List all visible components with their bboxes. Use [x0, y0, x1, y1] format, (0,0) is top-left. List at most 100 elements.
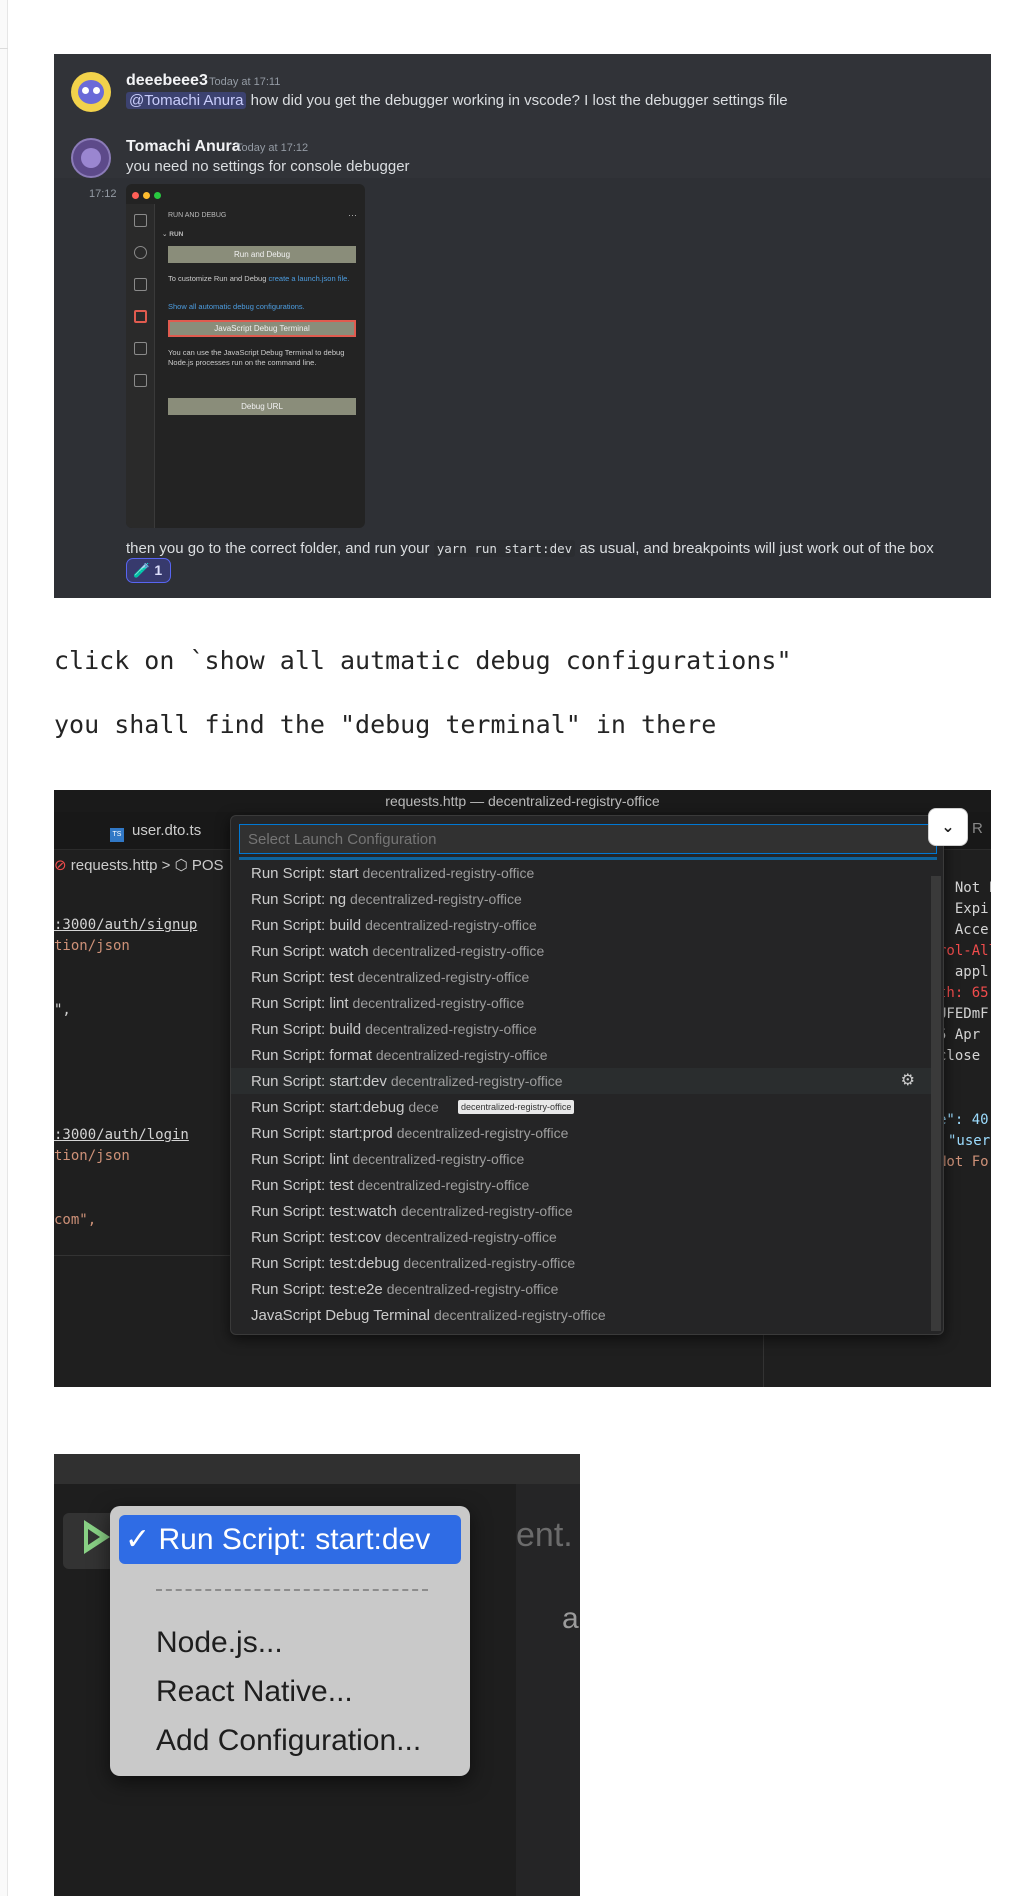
list-item[interactable]: Run Script: start:prod decentralized-regi…: [231, 1120, 931, 1146]
code-line: com",: [54, 1212, 97, 1228]
tooltip: decentralized-registry-office: [458, 1100, 575, 1114]
explorer-icon: [134, 214, 147, 227]
avatar-eye: [82, 87, 89, 94]
close-dot: [132, 192, 139, 199]
menu-separator: [156, 1589, 428, 1591]
code-line: tion/json: [54, 938, 130, 954]
window-title: requests.http — decentralized-registry-o…: [54, 790, 991, 812]
avatar-inner: [81, 148, 101, 168]
code-line: 5 Apr: [938, 1027, 981, 1043]
gear-icon[interactable]: ⚙: [901, 1068, 915, 1094]
code-line: : Not F: [938, 880, 991, 896]
customize-text: To customize Run and Debug create a laun…: [168, 274, 350, 283]
code-line: : Expi: [938, 901, 989, 917]
code-line: close: [938, 1048, 981, 1064]
reaction-button[interactable]: 🧪 1: [126, 558, 171, 583]
note-line: you shall find the "debug terminal" in t…: [54, 710, 717, 739]
background-text: ent.: [516, 1516, 573, 1554]
message-text: you need no settings for console debugge…: [126, 158, 410, 175]
breadcrumb[interactable]: ⊘ requests.http > ⬡ POS: [54, 856, 224, 874]
user-mention[interactable]: @Tomachi Anura: [126, 92, 247, 109]
scrollbar[interactable]: [931, 876, 941, 1331]
code-line: :3000/auth/login: [54, 1127, 189, 1143]
avatar-deeebeee3[interactable]: [71, 72, 111, 112]
list-item-selected[interactable]: Run Script: start:dev decentralized-regis…: [231, 1068, 931, 1094]
note-line: click on `show all autmatic debug config…: [54, 646, 792, 675]
launch-config-list: Run Script: start decentralized-registry-…: [231, 860, 931, 1328]
play-icon-inner: [88, 1529, 100, 1545]
code-line: rol-All: [938, 943, 991, 959]
symbol-icon: ⬡: [174, 857, 188, 874]
timestamp: Today at 17:11: [209, 76, 281, 88]
reaction-count: 1: [154, 562, 163, 578]
code-line: e": 40: [938, 1112, 989, 1128]
inline-code: yarn run start:dev: [433, 540, 576, 557]
code-line: , Acce: [938, 922, 989, 938]
menu-item-nodejs[interactable]: Node.js...: [156, 1626, 283, 1660]
avatar-tomachi-anura[interactable]: [71, 138, 111, 178]
show-all-configs-link: Show all automatic debug configurations.: [168, 302, 305, 311]
code-line: tion/json: [54, 1148, 130, 1164]
typescript-icon: TS: [110, 828, 124, 842]
code-line: UFEDmF: [938, 1006, 989, 1022]
minimize-dot: [143, 192, 150, 199]
code-line: Not Fo: [938, 1154, 989, 1170]
list-item[interactable]: Run Script: lint decentralized-registry-o…: [231, 990, 931, 1016]
avatar-eye: [93, 87, 100, 94]
search-icon: [134, 246, 147, 259]
message-text: @Tomachi Anura how did you get the debug…: [126, 92, 788, 109]
code-line: "user: [948, 1133, 991, 1149]
right-tab[interactable]: R: [972, 820, 983, 837]
more-icon: ···: [348, 210, 357, 220]
quick-pick: Run Script: startdecentralized-registry-…: [230, 815, 944, 1335]
list-item[interactable]: Run Script: test:watch decentralized-regi…: [231, 1198, 931, 1224]
code-line: : appl: [938, 964, 989, 980]
section-label: ⌄ RUN: [162, 231, 184, 238]
list-item[interactable]: Run Script: start decentralized-registry-…: [231, 860, 931, 886]
list-item[interactable]: Run Script: test decentralized-registry-o…: [231, 964, 931, 990]
message-body: how did you get the debugger working in …: [246, 92, 788, 109]
code-line: th: 65: [938, 985, 989, 1001]
tab-user-dto[interactable]: TS user.dto.ts: [98, 812, 213, 850]
margin-tick: [0, 48, 8, 49]
panel-header: RUN AND DEBUG: [168, 212, 227, 219]
page-margin: [0, 0, 8, 1896]
extensions-icon: [134, 342, 147, 355]
list-item[interactable]: JavaScript Debug Terminal decentralized-r…: [231, 1302, 931, 1328]
debug-url-button: Debug URL: [168, 398, 356, 415]
activity-bar: [126, 204, 155, 528]
terminal-description: You can use the JavaScript Debug Termina…: [168, 348, 345, 367]
username[interactable]: deeebeee3: [126, 72, 208, 90]
create-launch-json-link: create a launch.json file.: [268, 274, 350, 283]
timestamp: Today at 17:12: [236, 142, 309, 154]
maximize-dot: [154, 192, 161, 199]
chevron-down-icon[interactable]: ⌄: [928, 808, 968, 846]
message-text: then you go to the correct folder, and r…: [126, 540, 934, 557]
list-item[interactable]: Run Script: lint decentralized-registry-o…: [231, 1146, 931, 1172]
menu-item-react-native[interactable]: React Native...: [156, 1675, 353, 1709]
username[interactable]: Tomachi Anura: [126, 138, 241, 156]
list-item[interactable]: Run Script: test decentralized-registry-o…: [231, 1172, 931, 1198]
vscode-run-debug-image[interactable]: RUN AND DEBUG ··· ⌄ RUN Run and Debug To…: [126, 184, 365, 528]
launch-config-input[interactable]: [239, 824, 937, 854]
list-item[interactable]: Run Script: ng decentralized-registry-off…: [231, 886, 931, 912]
discord-screenshot: deeebeee3 Today at 17:11 @Tomachi Anura …: [54, 54, 991, 598]
list-item[interactable]: Run Script: test:cov decentralized-regist…: [231, 1224, 931, 1250]
code-line: :3000/auth/signup: [54, 917, 198, 933]
run-and-debug-button: Run and Debug: [168, 246, 356, 263]
list-item[interactable]: Run Script: build decentralized-registry-…: [231, 912, 931, 938]
run-debug-icon: [134, 310, 147, 323]
docker-icon: [134, 374, 147, 387]
list-item[interactable]: Run Script: watch decentralized-registry-…: [231, 938, 931, 964]
launch-config-screenshot: requests.http — decentralized-registry-o…: [54, 790, 991, 1387]
source-control-icon: [134, 278, 147, 291]
list-item[interactable]: Run Script: test:e2e decentralized-regist…: [231, 1276, 931, 1302]
list-item[interactable]: Run Script: format decentralized-registry…: [231, 1042, 931, 1068]
menu-item-selected[interactable]: ✓ Run Script: start:dev: [119, 1515, 461, 1564]
list-item[interactable]: Run Script: start:debug dece decentralized…: [231, 1094, 931, 1120]
list-item[interactable]: Run Script: test:debug decentralized-regi…: [231, 1250, 931, 1276]
menu-item-add-configuration[interactable]: Add Configuration...: [156, 1724, 421, 1758]
config-menu: ✓ Run Script: start:dev Node.js... React…: [110, 1506, 470, 1776]
background-text: a: [562, 1602, 579, 1635]
list-item[interactable]: Run Script: build decentralized-registry-…: [231, 1016, 931, 1042]
